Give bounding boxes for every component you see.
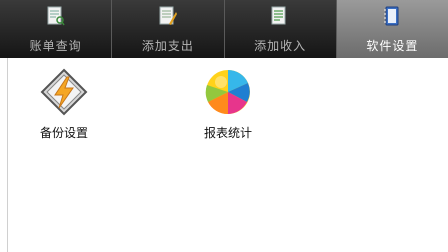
tab-add-income[interactable]: 添加收入 xyxy=(224,0,337,58)
backup-settings-item[interactable]: 备份设置 xyxy=(24,68,104,141)
report-statistics-label: 报表统计 xyxy=(203,126,252,140)
tab-label: 账单查询 xyxy=(29,39,82,53)
settings-book-icon xyxy=(384,6,399,26)
pie-chart-icon xyxy=(205,70,250,115)
report-statistics-item[interactable]: 报表统计 xyxy=(188,68,268,141)
backup-settings-label: 备份设置 xyxy=(39,126,88,140)
add-expense-icon xyxy=(159,6,177,25)
lightning-diamond-icon xyxy=(40,68,88,116)
tab-label: 添加收入 xyxy=(254,39,307,53)
tab-bar: 账单查询 添加支出 添加收入 软件设置 xyxy=(0,0,448,58)
tab-label: 添加支出 xyxy=(141,39,194,53)
divider xyxy=(7,58,8,252)
tab-label: 软件设置 xyxy=(366,39,419,53)
tab-add-expense[interactable]: 添加支出 xyxy=(112,0,225,58)
settings-panel: 备份设置 报表统计 xyxy=(0,58,448,252)
ledger-search-icon xyxy=(47,6,65,26)
add-income-icon xyxy=(271,6,286,25)
tab-software-settings[interactable]: 软件设置 xyxy=(336,0,448,58)
tab-ledger-query[interactable]: 账单查询 xyxy=(0,0,113,58)
